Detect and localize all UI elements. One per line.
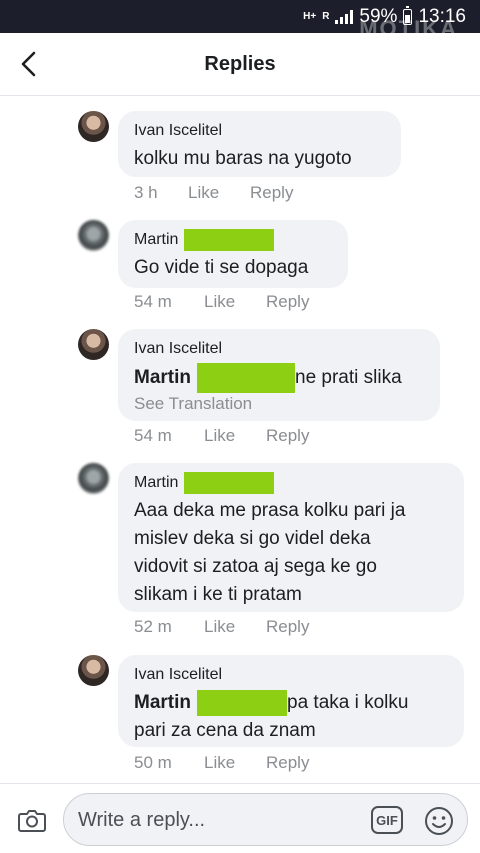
avatar[interactable] <box>78 220 109 251</box>
avatar[interactable] <box>78 655 109 686</box>
like-button[interactable]: Like <box>204 617 266 637</box>
see-translation-link[interactable]: See Translation <box>134 393 424 415</box>
roaming-label: R <box>322 11 330 22</box>
redaction-block <box>197 363 295 393</box>
reply-button[interactable]: Reply <box>266 617 309 637</box>
author-name[interactable]: Ivan Iscelitel <box>134 120 222 142</box>
author-name[interactable]: Ivan Iscelitel <box>134 338 222 360</box>
reply-input[interactable]: Write a reply... GIF <box>63 793 468 846</box>
comment-bubble: Martin Aaa deka me prasa kolku pari ja m… <box>118 463 464 612</box>
comment-author[interactable]: Ivan Iscelitel <box>134 338 424 360</box>
comment-author[interactable]: Martin <box>134 229 332 251</box>
signal-icon <box>335 10 354 24</box>
redaction-block <box>184 229 275 251</box>
comment-meta: 50 m Like Reply <box>134 753 309 773</box>
mention-link[interactable]: Martin <box>134 364 191 392</box>
reply-button[interactable]: Reply <box>250 183 293 203</box>
comment-bubble: Ivan Iscelitel kolku mu baras na yugoto <box>118 111 401 177</box>
comment-author[interactable]: Ivan Iscelitel <box>134 120 385 142</box>
comment-bubble: Martin Go vide ti se dopaga <box>118 220 348 288</box>
comment-body: pa taka i kolku <box>287 692 409 713</box>
comment-meta: 54 m Like Reply <box>134 292 309 312</box>
mention-link[interactable]: Martin <box>134 689 191 717</box>
comment-bubble: Ivan Iscelitel Martin ne prati slika See … <box>118 329 440 421</box>
comment-time: 54 m <box>134 426 172 445</box>
comment-text: Go vide ti se dopaga <box>134 257 309 278</box>
comment-bubble: Ivan Iscelitel Martin pa taka i kolku par… <box>118 655 464 747</box>
redaction-block <box>197 690 287 716</box>
comment-time: 3 h <box>134 183 158 202</box>
gif-label: GIF <box>376 812 398 828</box>
comment-author[interactable]: Ivan Iscelitel <box>134 664 448 686</box>
comment-line: slikam i ke ti pratam <box>134 584 302 605</box>
comment-body: ne prati slika <box>295 367 402 388</box>
avatar[interactable] <box>78 329 109 360</box>
status-bar: H+ R 59% 13:16 MOTIKA <box>0 0 480 41</box>
comment-text: Aaa deka me prasa kolku pari ja mislev d… <box>134 497 448 609</box>
network-indicator: H+ <box>303 12 316 22</box>
author-name[interactable]: Ivan Iscelitel <box>134 664 222 686</box>
emoji-button[interactable] <box>424 806 454 836</box>
comment-text: kolku mu baras na yugoto <box>134 148 352 169</box>
author-name[interactable]: Martin <box>134 229 178 251</box>
like-button[interactable]: Like <box>188 183 250 203</box>
comment-line: vidovit si zatoa aj sega ke go <box>134 556 377 577</box>
author-name[interactable]: Martin <box>134 472 178 494</box>
comment-time: 54 m <box>134 292 172 311</box>
comment-text: Martin ne prati slika <box>134 363 424 393</box>
comment-time: 52 m <box>134 617 172 636</box>
comment-time: 50 m <box>134 753 172 772</box>
gif-button[interactable]: GIF <box>371 806 403 834</box>
reply-button[interactable]: Reply <box>266 426 309 446</box>
comment-line: mislev deka si go videl deka <box>134 528 371 549</box>
redaction-block <box>184 472 275 494</box>
smiley-icon <box>425 807 453 835</box>
like-button[interactable]: Like <box>204 292 266 312</box>
comment-line: Aaa deka me prasa kolku pari ja <box>134 500 406 521</box>
comment-meta: 52 m Like Reply <box>134 617 309 637</box>
camera-icon <box>18 810 46 832</box>
comment-line: pari za cena da znam <box>134 720 316 741</box>
network-type: H+ <box>303 11 317 22</box>
reply-placeholder: Write a reply... <box>78 809 206 831</box>
header: Replies <box>0 33 480 96</box>
comment-text: Martin pa taka i kolku pari za cena da zn… <box>134 689 448 745</box>
comment-author[interactable]: Martin <box>134 472 448 494</box>
comment-meta: 54 m Like Reply <box>134 426 309 446</box>
avatar[interactable] <box>78 111 109 142</box>
roaming-indicator: R <box>322 12 329 22</box>
like-button[interactable]: Like <box>204 426 266 446</box>
reply-button[interactable]: Reply <box>266 292 309 312</box>
like-button[interactable]: Like <box>204 753 266 773</box>
page-title: Replies <box>204 53 276 75</box>
reply-button[interactable]: Reply <box>266 753 309 773</box>
reply-composer: Write a reply... GIF <box>0 783 480 853</box>
avatar[interactable] <box>78 463 109 494</box>
camera-button[interactable] <box>17 805 47 835</box>
comment-meta: 3 h Like Reply <box>134 183 293 203</box>
